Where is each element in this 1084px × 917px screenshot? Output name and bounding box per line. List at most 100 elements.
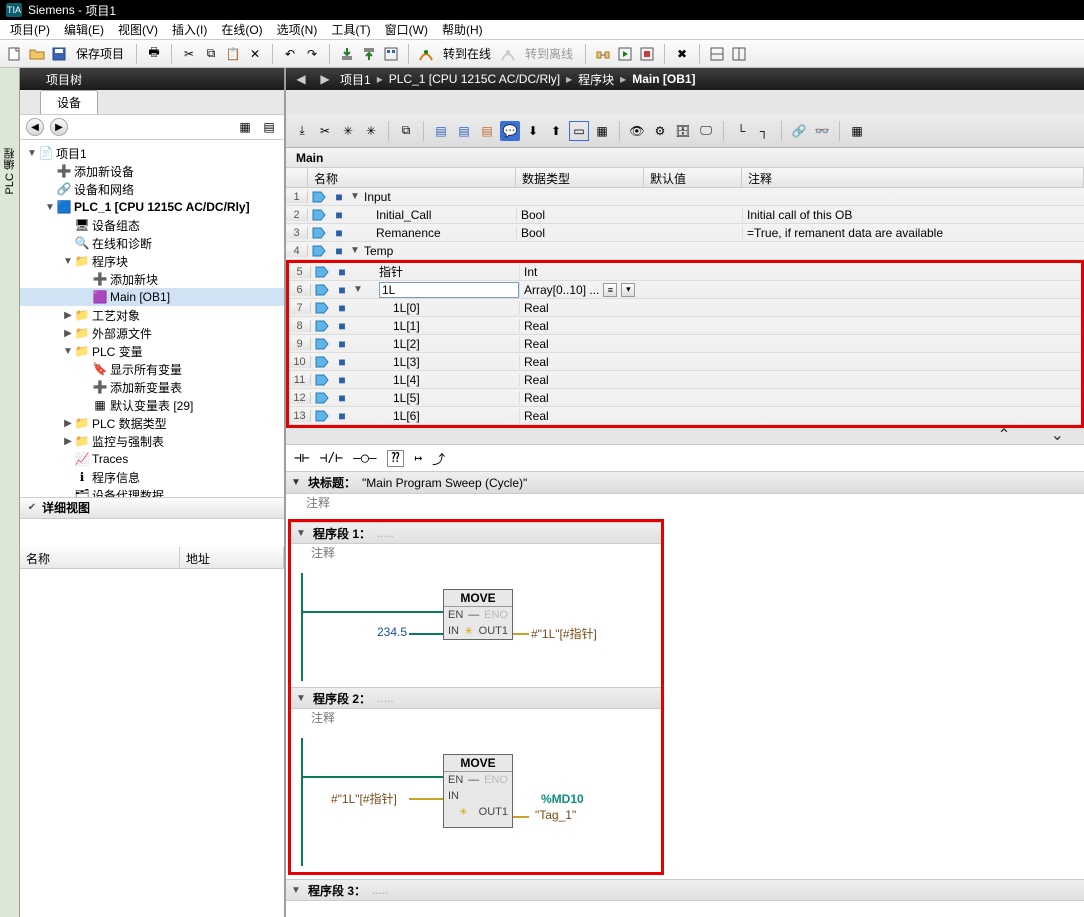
en-pin[interactable]: EN — [448, 774, 463, 786]
var-row[interactable]: 5■指针Int — [289, 263, 1081, 281]
instr-coil[interactable]: –◯– — [353, 451, 376, 466]
delete-icon[interactable]: ✕ — [246, 45, 264, 63]
var-dtype[interactable]: Array[0..10] ...≡▾ — [519, 283, 647, 297]
tree-item[interactable]: ▦默认变量表 [29] — [20, 396, 284, 414]
var-name[interactable]: 指针 — [365, 263, 519, 280]
download-icon[interactable] — [338, 45, 356, 63]
menu-view[interactable]: 视图(V) — [112, 19, 164, 40]
block-comment[interactable]: 注释 — [286, 494, 1084, 517]
network-1-header[interactable]: ▼ 程序段 1： ..... — [291, 522, 661, 544]
paste-icon[interactable]: 📋 — [224, 45, 242, 63]
crumb-0[interactable]: 项目1 — [340, 71, 371, 88]
var-name-input[interactable] — [379, 282, 519, 298]
var-row[interactable]: 4■▼Temp — [286, 242, 1084, 260]
var-name[interactable] — [365, 282, 519, 298]
menu-online[interactable]: 在线(O) — [215, 19, 268, 40]
menu-edit[interactable]: 编辑(E) — [58, 19, 110, 40]
net2-in-value[interactable]: #"1L"[#指针] — [331, 790, 397, 807]
tree-item[interactable]: ▼📁PLC 变量 — [20, 342, 284, 360]
expand-icon[interactable]: ▶ — [62, 310, 74, 321]
et-copy-icon[interactable]: ⧉ — [396, 121, 416, 141]
network-2-header[interactable]: ▼ 程序段 2： ..... — [291, 687, 661, 709]
var-row[interactable]: 13■1L[6]Real — [289, 407, 1081, 425]
tree-item[interactable]: 🖥设备组态 — [20, 216, 284, 234]
var-rows-highlighted[interactable]: 5■指针Int6■▼Array[0..10] ...≡▾7■1L[0]Real8… — [286, 260, 1084, 428]
instr-empty-box[interactable]: ⁇ — [387, 450, 405, 467]
var-comment[interactable]: Initial call of this OB — [742, 208, 1084, 222]
var-name[interactable]: Remanence — [362, 226, 516, 240]
block-title-row[interactable]: ▼ 块标题： "Main Program Sweep (Cycle)" — [286, 472, 1084, 494]
var-expand-icon[interactable]: ▼ — [348, 245, 362, 256]
var-name[interactable]: Temp — [362, 244, 516, 258]
save-label[interactable]: 保存项目 — [72, 45, 128, 62]
tree-item[interactable]: 📈Traces — [20, 450, 284, 468]
copy-icon[interactable]: ⧉ — [202, 45, 220, 63]
open-project-icon[interactable] — [28, 45, 46, 63]
block-collapse-icon[interactable]: ▼ — [290, 477, 302, 488]
var-name[interactable]: 1L[6] — [365, 409, 519, 423]
et-indent-icon[interactable]: └ — [731, 121, 751, 141]
et-find-icon[interactable]: ▦ — [847, 121, 867, 141]
dtype-list-icon[interactable]: ≡ — [603, 283, 617, 297]
tree-item[interactable]: ▼📁程序块 — [20, 252, 284, 270]
device-tab[interactable]: 设备 — [40, 90, 98, 114]
in-pin[interactable]: IN — [448, 790, 459, 802]
new-project-icon[interactable] — [6, 45, 24, 63]
var-row[interactable]: 11■1L[4]Real — [289, 371, 1081, 389]
net2-collapse-icon[interactable]: ▼ — [295, 693, 307, 704]
expand-icon[interactable]: ▼ — [62, 346, 74, 357]
et-hl-blue2-icon[interactable]: ▤ — [454, 121, 474, 141]
et-hl-blue-icon[interactable]: ▤ — [431, 121, 451, 141]
network-3-header[interactable]: ▼ 程序段 3： ..... — [286, 879, 1084, 901]
menu-options[interactable]: 选项(N) — [271, 19, 324, 40]
net1-comment[interactable]: 注释 — [291, 544, 661, 567]
expand-icon[interactable]: ▶ — [62, 436, 74, 447]
et-cut-icon[interactable]: ✂ — [315, 121, 335, 141]
expand-icon[interactable]: ▼ — [62, 256, 74, 267]
var-expand-icon[interactable]: ▼ — [351, 284, 365, 295]
cross-ref-icon[interactable]: ✖ — [673, 45, 691, 63]
instr-branch-close[interactable]: ⤴ — [432, 449, 445, 468]
menu-project[interactable]: 项目(P) — [4, 19, 56, 40]
accessible-devices-icon[interactable] — [594, 45, 612, 63]
tree-item[interactable]: ▶📁工艺对象 — [20, 306, 284, 324]
instr-branch[interactable]: ↦ — [414, 451, 422, 466]
move-block-1[interactable]: MOVE EN—ENO IN✳OUT1 — [443, 589, 513, 640]
en-pin[interactable]: EN — [448, 609, 463, 621]
compile-icon[interactable] — [382, 45, 400, 63]
net2-body[interactable]: MOVE EN—ENO IN ✳OUT1 #"1L"[#指针] %MD10 "T… — [291, 732, 661, 872]
out-pin[interactable]: OUT1 — [479, 806, 508, 818]
menu-insert[interactable]: 插入(I) — [166, 19, 213, 40]
crumb-back-icon[interactable]: ◀ — [292, 70, 310, 88]
left-collapse-strip[interactable]: PLC 编程 — [0, 68, 20, 917]
var-name[interactable]: 1L[1] — [365, 319, 519, 333]
project-tree[interactable]: ▼📄项目1➕添加新设备🔗设备和网络▼🟦PLC_1 [CPU 1215C AC/D… — [20, 140, 284, 497]
tree-item[interactable]: ▶📁监控与强制表 — [20, 432, 284, 450]
nav-back-icon[interactable]: ◀ — [26, 118, 44, 136]
et-db-icon[interactable]: 🗄 — [673, 121, 693, 141]
net1-body[interactable]: MOVE EN—ENO IN✳OUT1 234.5 #"1L"[#指针] — [291, 567, 661, 687]
networks-area[interactable]: ▼ 块标题： "Main Program Sweep (Cycle)" 注释 ▼… — [286, 472, 1084, 917]
expand-icon[interactable]: ▼ — [44, 202, 56, 213]
var-name[interactable]: 1L[2] — [365, 337, 519, 351]
start-cpu-icon[interactable] — [616, 45, 634, 63]
et-download-icon[interactable]: ⬇ — [523, 121, 543, 141]
tree-settings-icon[interactable]: ▦ — [236, 118, 254, 136]
tree-item[interactable]: ➕添加新变量表 — [20, 378, 284, 396]
tree-item[interactable]: ▼🟦PLC_1 [CPU 1215C AC/DC/Rly] — [20, 198, 284, 216]
network-2[interactable]: ▼ 程序段 2： ..... 注释 MOVE EN—ENO — [291, 687, 661, 872]
net2-out-symbol[interactable]: %MD10 — [541, 792, 584, 806]
expand-icon[interactable]: ▶ — [62, 328, 74, 339]
var-name[interactable]: 1L[3] — [365, 355, 519, 369]
et-star-1-icon[interactable]: ✳ — [338, 121, 358, 141]
tree-item[interactable]: 🗂设备代理数据 — [20, 486, 284, 497]
net2-out-tag[interactable]: "Tag_1" — [535, 808, 576, 822]
net1-collapse-icon[interactable]: ▼ — [295, 528, 307, 539]
et-screen-icon[interactable]: 🖵 — [696, 121, 716, 141]
in-pin[interactable]: IN — [448, 625, 459, 637]
var-dtype[interactable]: Real — [519, 337, 647, 351]
var-row[interactable]: 6■▼Array[0..10] ...≡▾ — [289, 281, 1081, 299]
out-pin[interactable]: OUT1 — [479, 625, 508, 637]
var-row[interactable]: 2■Initial_CallBoolInitial call of this O… — [286, 206, 1084, 224]
tree-item[interactable]: ▼📄项目1 — [20, 144, 284, 162]
